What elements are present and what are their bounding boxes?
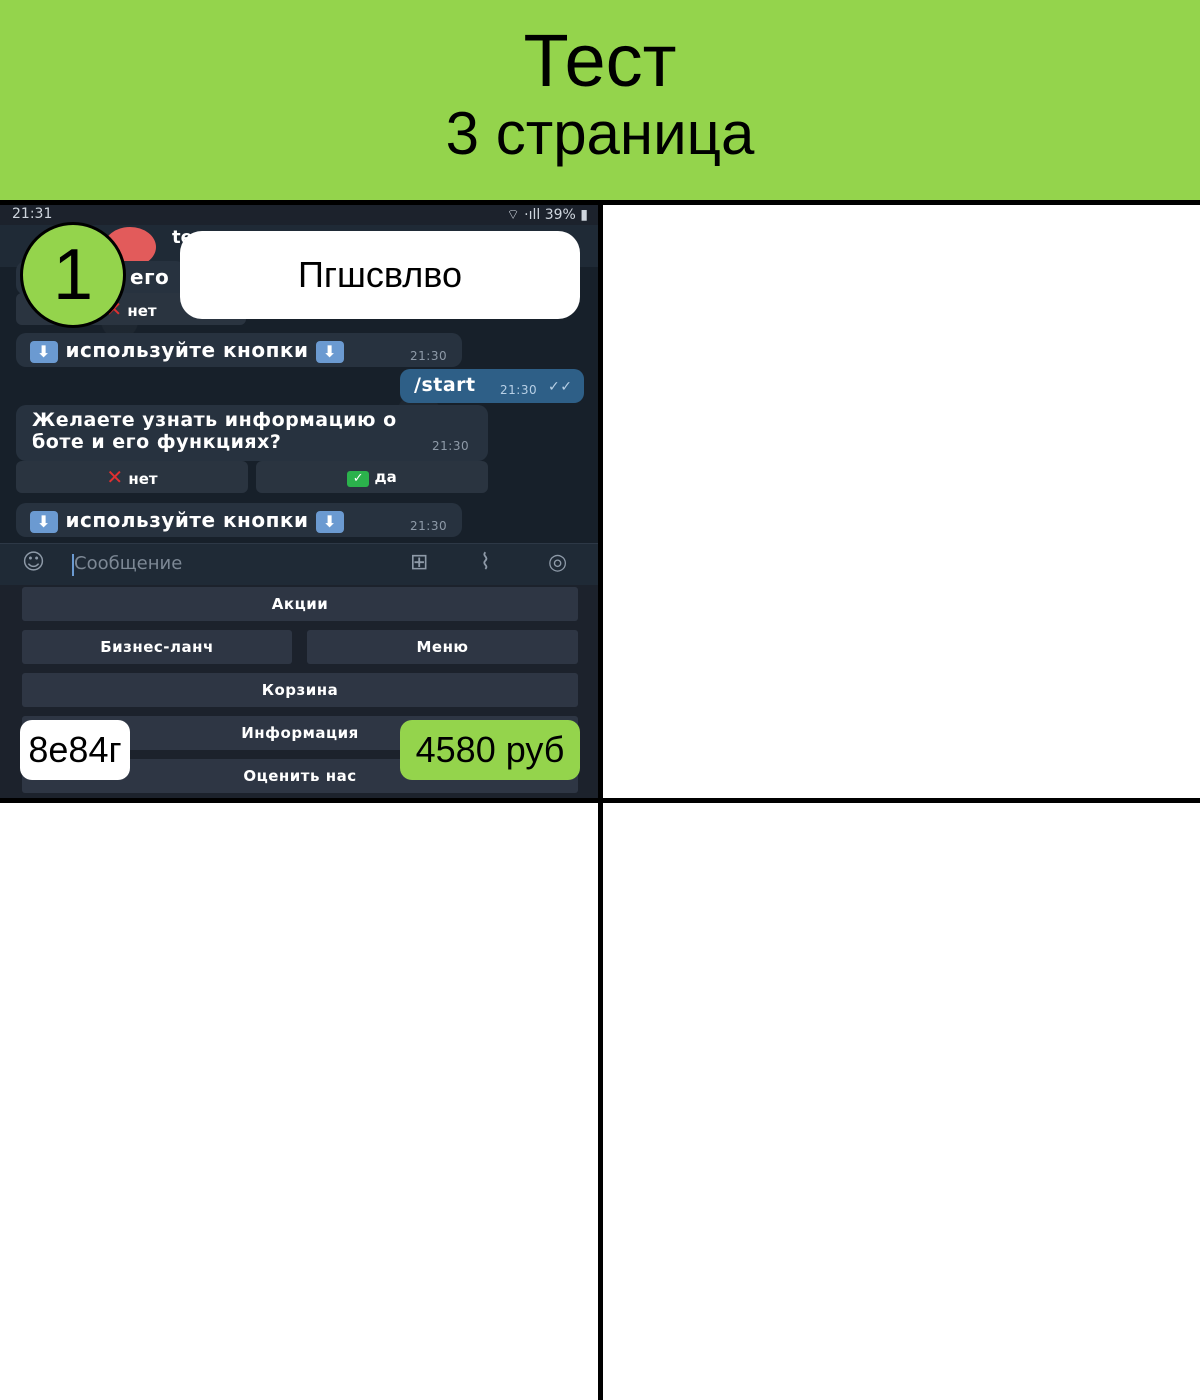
- wifi-icon: ⌔ ·ıll: [506, 207, 541, 223]
- down-arrow-icon: ⬇: [30, 340, 58, 363]
- emoji-icon[interactable]: ☺: [22, 552, 45, 574]
- down-arrow-icon: ⬇: [316, 510, 344, 533]
- keyboard-toggle-icon[interactable]: ⊞: [410, 552, 428, 574]
- inline-button-yes[interactable]: ✓ да: [256, 461, 488, 493]
- message-info-question: Желаете узнать информацию о боте и его ф…: [16, 405, 488, 461]
- empty-cell-top-right: [603, 205, 1200, 798]
- camera-icon[interactable]: ◎: [548, 552, 567, 574]
- check-icon: ✓: [347, 471, 370, 487]
- empty-cell-bottom-right: [603, 803, 1200, 1400]
- down-arrow-icon: ⬇: [316, 340, 344, 363]
- name-label: Пгшсвлво: [180, 231, 580, 319]
- attach-icon[interactable]: ⌇: [480, 552, 491, 574]
- keyboard-button-promotions[interactable]: Акции: [22, 587, 578, 621]
- status-time: 21:31: [12, 206, 53, 222]
- double-check-icon: ✓✓: [548, 379, 573, 395]
- message-input[interactable]: Сообщение: [74, 553, 182, 574]
- keyboard-button-business-lunch[interactable]: Бизнес-ланч: [22, 630, 292, 664]
- battery-level: ⌔ ·ıll 39% ▮: [506, 207, 588, 223]
- inline-button-no[interactable]: ✕ нет: [16, 461, 248, 493]
- empty-cell-bottom-left: [0, 803, 598, 1400]
- message-start-outgoing: /start 21:30 ✓✓: [400, 369, 584, 403]
- battery-icon: ▮: [580, 207, 588, 223]
- keyboard-button-cart[interactable]: Корзина: [22, 673, 578, 707]
- code-label: 8е84г: [20, 720, 130, 780]
- page-subtitle: 3 страница: [445, 100, 755, 167]
- number-badge: 1: [20, 222, 126, 328]
- keyboard-button-menu[interactable]: Меню: [307, 630, 578, 664]
- down-arrow-icon: ⬇: [30, 510, 58, 533]
- cross-icon: ✕: [106, 465, 124, 489]
- status-bar: 21:31 ⌔ ·ıll 39% ▮: [0, 205, 598, 225]
- page-header: Тест 3 страница: [0, 0, 1200, 200]
- message-input-row[interactable]: ☺ Сообщение ⊞ ⌇ ◎: [0, 543, 598, 586]
- message-use-buttons-2: ⬇ используйте кнопки ⬇ 21:30: [16, 503, 462, 537]
- page-title: Тест: [523, 19, 677, 102]
- message-use-buttons-1: ⬇ используйте кнопки ⬇ 21:30: [16, 333, 462, 367]
- price-label: 4580 руб: [400, 720, 580, 780]
